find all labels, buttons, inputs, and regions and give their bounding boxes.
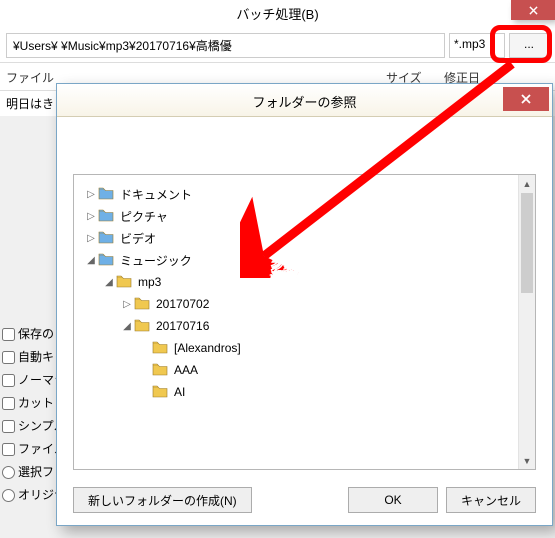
- tree-node-label: AI: [174, 385, 185, 399]
- folder-icon: [98, 230, 116, 246]
- folder-icon: [152, 362, 170, 378]
- option-input-6[interactable]: [2, 466, 15, 479]
- new-folder-button[interactable]: 新しいフォルダーの作成(N): [73, 487, 252, 513]
- tree-node-label: AAA: [174, 363, 198, 377]
- folder-icon: [98, 186, 116, 202]
- dialog-close-button[interactable]: [503, 87, 549, 111]
- folder-icon: [152, 384, 170, 400]
- option-input-2[interactable]: [2, 374, 15, 387]
- tree-node-0[interactable]: ▷ ドキュメント: [84, 183, 512, 205]
- main-title: バッチ処理(B): [0, 0, 555, 29]
- tree-node-7[interactable]: [Alexandros]: [138, 337, 512, 359]
- tree-node-1[interactable]: ▷ ピクチャ: [84, 205, 512, 227]
- tree-node-label: mp3: [138, 275, 161, 289]
- cancel-button[interactable]: キャンセル: [446, 487, 536, 513]
- scrollbar[interactable]: ▲ ▼: [518, 175, 535, 469]
- option-input-0[interactable]: [2, 328, 15, 341]
- expand-toggle-icon[interactable]: ◢: [102, 277, 116, 288]
- tree-node-label: ピクチャ: [120, 208, 168, 225]
- close-icon: [521, 94, 531, 104]
- expand-toggle-icon[interactable]: ▷: [84, 233, 98, 244]
- close-icon: [529, 6, 538, 15]
- tree-node-label: ビデオ: [120, 230, 156, 247]
- tree-list: ▷ ドキュメント ▷ ピクチャ ▷ ビデオ ◢ ミュージック ◢ mp3 ▷ 20170702 ◢ 201…: [74, 175, 518, 469]
- scroll-down-icon[interactable]: ▼: [519, 452, 535, 469]
- folder-icon: [134, 318, 152, 334]
- tree-node-6[interactable]: ◢ 20170716: [120, 315, 512, 337]
- expand-toggle-icon[interactable]: ▷: [84, 211, 98, 222]
- folder-tree: ▷ ドキュメント ▷ ピクチャ ▷ ビデオ ◢ ミュージック ◢ mp3 ▷ 20170702 ◢ 201…: [73, 174, 536, 470]
- folder-icon: [98, 252, 116, 268]
- ok-button[interactable]: OK: [348, 487, 438, 513]
- scroll-thumb[interactable]: [521, 193, 533, 293]
- folder-icon: [152, 340, 170, 356]
- folder-icon: [134, 296, 152, 312]
- folder-browse-dialog: フォルダーの参照 ▷ ドキュメント ▷ ピクチャ ▷ ビデオ ◢ ミュージック ◢ mp3 ▷ 201…: [56, 83, 553, 526]
- main-close-button[interactable]: [511, 0, 555, 20]
- tree-node-label: 20170716: [156, 319, 209, 333]
- tree-node-5[interactable]: ▷ 20170702: [120, 293, 512, 315]
- folder-icon: [116, 274, 134, 290]
- option-input-4[interactable]: [2, 420, 15, 433]
- expand-toggle-icon[interactable]: ▷: [84, 189, 98, 200]
- browse-button[interactable]: ...: [509, 33, 549, 58]
- tree-node-label: ドキュメント: [120, 186, 192, 203]
- option-input-5[interactable]: [2, 443, 15, 456]
- tree-node-label: [Alexandros]: [174, 341, 241, 355]
- dialog-button-bar: 新しいフォルダーの作成(N) OK キャンセル: [73, 487, 536, 513]
- expand-toggle-icon[interactable]: ◢: [120, 321, 134, 332]
- tree-node-label: ミュージック: [120, 252, 192, 269]
- folder-icon: [98, 208, 116, 224]
- filter-input[interactable]: *.mp3: [449, 33, 505, 58]
- tree-node-label: 20170702: [156, 297, 209, 311]
- expand-toggle-icon[interactable]: ◢: [84, 255, 98, 266]
- option-input-3[interactable]: [2, 397, 15, 410]
- tree-node-9[interactable]: AI: [138, 381, 512, 403]
- tree-node-2[interactable]: ▷ ビデオ: [84, 227, 512, 249]
- scroll-up-icon[interactable]: ▲: [519, 175, 535, 192]
- path-bar: ¥Users¥ ¥Music¥mp3¥20170716¥高橋優 *.mp3 ..…: [0, 29, 555, 63]
- option-input-1[interactable]: [2, 351, 15, 364]
- path-input[interactable]: ¥Users¥ ¥Music¥mp3¥20170716¥高橋優: [6, 33, 445, 58]
- expand-toggle-icon[interactable]: ▷: [120, 299, 134, 310]
- option-input-7[interactable]: [2, 489, 15, 502]
- tree-node-3[interactable]: ◢ ミュージック: [84, 249, 512, 271]
- tree-node-8[interactable]: AAA: [138, 359, 512, 381]
- option-label-6: 選択フ: [18, 465, 54, 479]
- option-label-0: 保存の: [18, 327, 54, 341]
- dialog-title: フォルダーの参照: [57, 84, 552, 117]
- option-label-1: 自動キ: [18, 350, 54, 364]
- tree-node-4[interactable]: ◢ mp3: [102, 271, 512, 293]
